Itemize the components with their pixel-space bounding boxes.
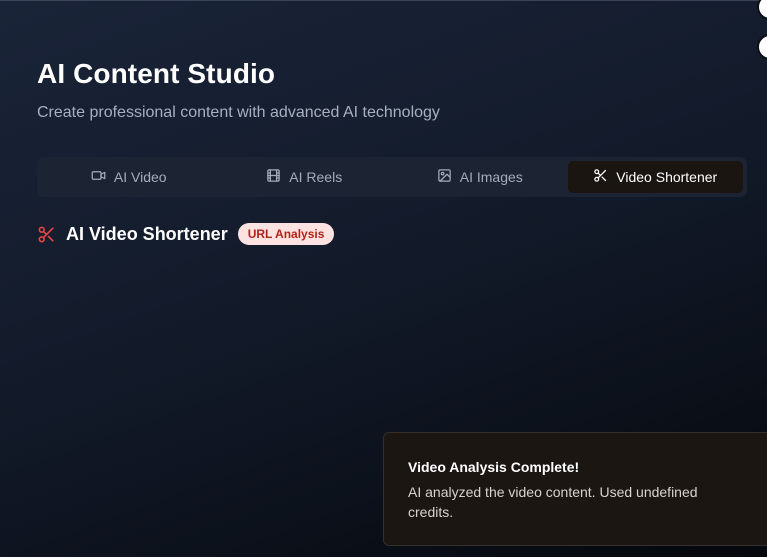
toast-notification[interactable]: Video Analysis Complete! AI analyzed the… xyxy=(383,432,767,546)
toast-message: AI analyzed the video content. Used unde… xyxy=(408,484,698,520)
film-icon xyxy=(266,168,281,186)
tab-label: Video Shortener xyxy=(616,169,718,185)
tab-video-shortener[interactable]: Video Shortener xyxy=(567,161,743,193)
tab-label: AI Reels xyxy=(289,169,343,185)
tab-ai-images[interactable]: AI Images xyxy=(392,161,568,193)
image-icon xyxy=(437,168,452,186)
page-title: AI Content Studio xyxy=(37,58,276,89)
status-badge: URL Analysis xyxy=(237,223,335,245)
scissors-icon xyxy=(37,225,56,244)
page-subtitle: Create professional content with advance… xyxy=(37,104,440,121)
tab-ai-video[interactable]: AI Video xyxy=(41,161,217,193)
top-border xyxy=(0,0,767,1)
scissors-icon xyxy=(593,168,608,186)
section-title: AI Video Shortener xyxy=(66,223,228,244)
tab-label: AI Images xyxy=(459,169,523,185)
tab-ai-reels[interactable]: AI Reels xyxy=(217,161,393,193)
floating-circle-button[interactable] xyxy=(757,34,767,60)
section-header: AI Video Shortener URL Analysis xyxy=(37,223,335,245)
toast-title: Video Analysis Complete! xyxy=(408,459,580,475)
video-icon xyxy=(91,168,106,186)
floating-circle-button[interactable] xyxy=(757,0,767,20)
tab-bar: AI Video AI Reels AI Images Video Shorte… xyxy=(37,157,747,197)
tab-label: AI Video xyxy=(113,169,167,185)
